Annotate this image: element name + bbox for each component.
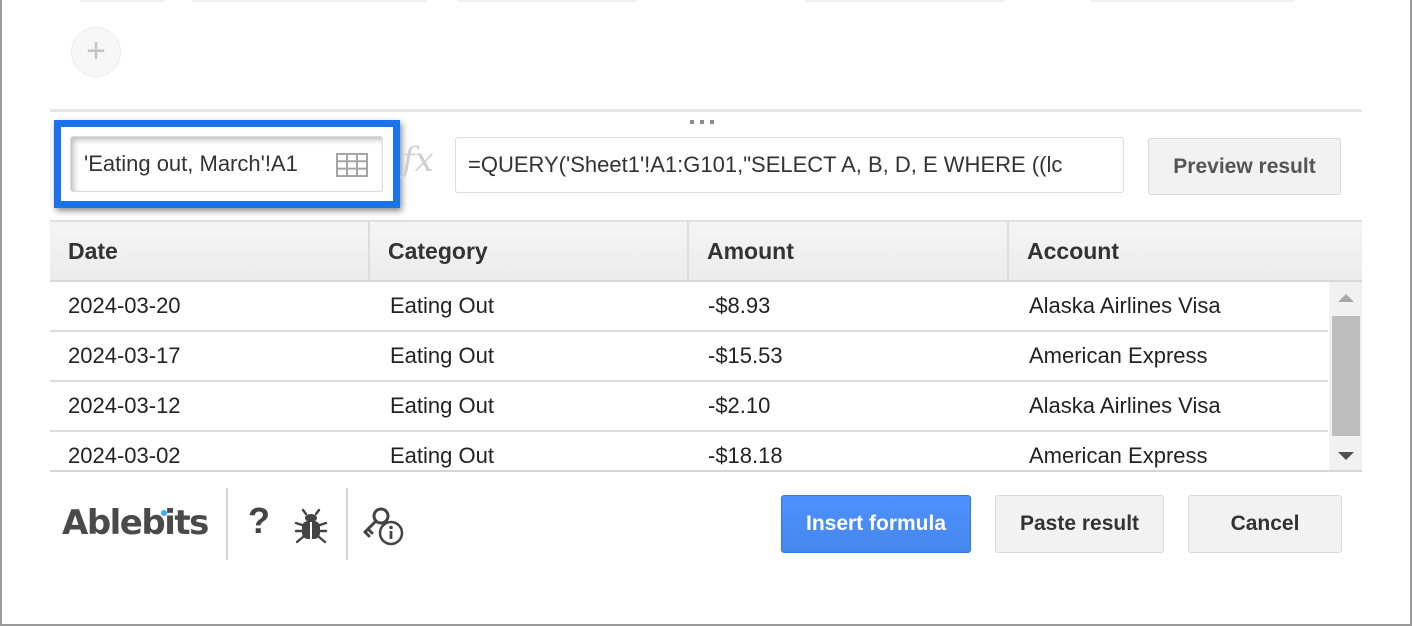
cell-amount: -$15.53 [708, 343, 783, 368]
table-scrollbar[interactable] [1329, 282, 1362, 470]
resize-handle[interactable] [690, 120, 714, 124]
column-header-date[interactable]: Date [50, 222, 370, 280]
cell-category: Eating Out [390, 293, 494, 318]
cell-account: American Express [1029, 343, 1208, 368]
top-remnant [192, 0, 427, 2]
top-remnant [1090, 0, 1295, 2]
table-bottom-border [50, 470, 1362, 472]
formula-input[interactable]: =QUERY('Sheet1'!A1:G101,"SELECT A, B, D,… [455, 137, 1124, 193]
table-header: Date Category Amount Account [50, 220, 1362, 282]
table-row: 2024-03-20 Eating Out -$8.93 Alaska Airl… [50, 282, 1328, 332]
range-value: 'Eating out, March'!A1 [84, 151, 298, 176]
cell-category: Eating Out [390, 393, 494, 418]
cell-date: 2024-03-02 [68, 443, 181, 468]
cell-date: 2024-03-17 [68, 343, 181, 368]
panel-divider [50, 109, 1362, 112]
top-remnant [80, 0, 165, 2]
cell-amount: -$8.93 [708, 293, 771, 318]
top-remnant [805, 0, 1005, 2]
cell-amount: -$18.18 [708, 443, 783, 468]
top-remnant [457, 0, 637, 2]
scrollbar-thumb[interactable] [1332, 316, 1360, 436]
scroll-up-arrow-icon[interactable] [1338, 294, 1354, 302]
scroll-down-arrow-icon[interactable] [1338, 452, 1354, 460]
grid-icon[interactable] [336, 153, 368, 177]
cell-account: Alaska Airlines Visa [1029, 393, 1221, 418]
table-row: 2024-03-02 Eating Out -$18.18 American E… [50, 432, 1328, 472]
ablebits-logo: Ablebits [62, 503, 209, 543]
help-icon[interactable]: ? [248, 503, 270, 539]
cell-date: 2024-03-12 [68, 393, 181, 418]
column-header-category[interactable]: Category [370, 222, 689, 280]
cancel-button[interactable]: Cancel [1188, 495, 1342, 553]
table-row: 2024-03-17 Eating Out -$15.53 American E… [50, 332, 1328, 382]
cell-category: Eating Out [390, 343, 494, 368]
result-table: Date Category Amount Account 2024-03-20 … [50, 220, 1362, 472]
cell-account: Alaska Airlines Visa [1029, 293, 1221, 318]
preview-result-button[interactable]: Preview result [1148, 138, 1341, 195]
plus-icon: + [86, 31, 106, 70]
column-header-amount[interactable]: Amount [689, 222, 1009, 280]
cell-category: Eating Out [390, 443, 494, 468]
column-header-account[interactable]: Account [1009, 222, 1362, 280]
add-condition-button[interactable]: + [71, 27, 121, 77]
footer-separator [346, 488, 348, 560]
cell-amount: -$2.10 [708, 393, 771, 418]
formula-value: =QUERY('Sheet1'!A1:G101,"SELECT A, B, D,… [468, 152, 1063, 177]
cell-date: 2024-03-20 [68, 293, 181, 318]
license-key-info-icon[interactable] [361, 506, 405, 546]
bug-icon[interactable] [294, 508, 328, 544]
table-body: 2024-03-20 Eating Out -$8.93 Alaska Airl… [50, 282, 1328, 472]
insert-formula-button[interactable]: Insert formula [781, 495, 971, 553]
paste-result-button[interactable]: Paste result [995, 495, 1164, 553]
table-row: 2024-03-12 Eating Out -$2.10 Alaska Airl… [50, 382, 1328, 432]
footer-separator [226, 488, 228, 560]
fx-icon: fx [402, 140, 434, 180]
logo-dot [161, 510, 167, 516]
cell-account: American Express [1029, 443, 1208, 468]
